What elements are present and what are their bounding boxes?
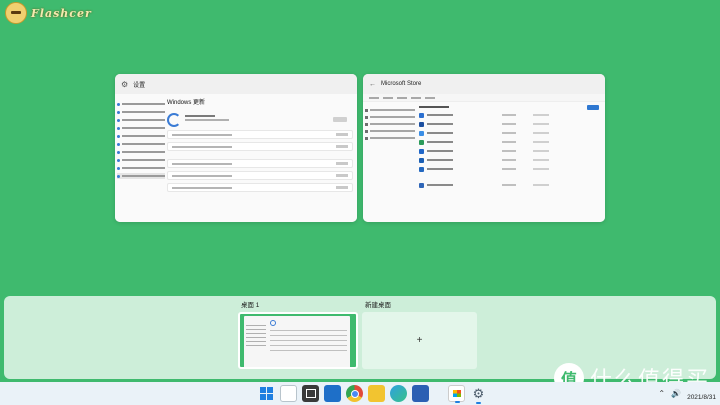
check-updates-button[interactable]	[333, 117, 347, 122]
add-desktop-icon: +	[416, 335, 423, 346]
clock-time	[687, 384, 716, 393]
widgets-icon[interactable]	[324, 385, 341, 402]
new-desktop-label: 新建桌面	[365, 302, 391, 309]
microsoft-store-icon[interactable]	[448, 385, 465, 403]
update-spinner-icon	[167, 113, 181, 127]
settings-window[interactable]: ⚙ 设置 Windows 更新	[115, 74, 357, 222]
system-tray: ⌃ 🔊 2021/8/31	[658, 384, 716, 402]
task-view-icon[interactable]	[302, 385, 319, 402]
file-explorer-icon[interactable]	[368, 385, 385, 402]
search-icon[interactable]	[280, 385, 297, 402]
windows-start-icon[interactable]	[258, 385, 275, 402]
watermark-brand: Flashcer	[31, 6, 92, 20]
settings-icon[interactable]	[470, 385, 487, 404]
settings-window-title: 设置	[133, 82, 146, 89]
store-back-icon: ←	[369, 80, 376, 88]
tray-chevron-icon[interactable]: ⌃	[658, 389, 665, 398]
store-titlebar[interactable]: ← Microsoft Store	[363, 74, 605, 94]
update-status	[167, 109, 353, 127]
store-downloads	[419, 104, 599, 189]
watermark-face-icon	[5, 2, 27, 24]
settings-window-body: Windows 更新	[115, 94, 357, 222]
taskbar: ⌃ 🔊 2021/8/31	[0, 382, 720, 405]
krita-icon[interactable]	[412, 385, 429, 402]
settings-app-icon: ⚙	[121, 79, 129, 89]
edge-icon[interactable]	[390, 385, 407, 402]
settings-page-title: Windows 更新	[167, 100, 206, 106]
speaker-icon[interactable]: 🔊	[671, 389, 681, 398]
settings-titlebar[interactable]: ⚙ 设置	[115, 74, 357, 94]
new-desktop-thumbnail[interactable]: +	[362, 312, 477, 369]
chrome-icon[interactable]	[346, 385, 363, 402]
store-sidebar	[365, 106, 415, 142]
taskbar-icons	[258, 385, 487, 404]
flashcer-watermark: Flashcer	[5, 2, 92, 24]
store-window-title: Microsoft Store	[381, 81, 422, 87]
desktop-1-thumbnail[interactable]	[238, 312, 358, 369]
new-desktop[interactable]: 新建桌面 +	[362, 300, 477, 369]
get-updates-button[interactable]	[587, 104, 599, 110]
store-window-body	[363, 94, 605, 222]
desktop-1[interactable]: 桌面 1	[238, 300, 358, 369]
clock-date: 2021/8/31	[687, 394, 716, 401]
desktop-1-label: 桌面 1	[241, 302, 260, 309]
clock[interactable]: 2021/8/31	[687, 384, 716, 402]
store-window[interactable]: ← Microsoft Store	[363, 74, 605, 222]
store-toolbar	[363, 94, 605, 102]
settings-sidebar	[117, 99, 165, 181]
settings-main: Windows 更新	[167, 97, 353, 192]
